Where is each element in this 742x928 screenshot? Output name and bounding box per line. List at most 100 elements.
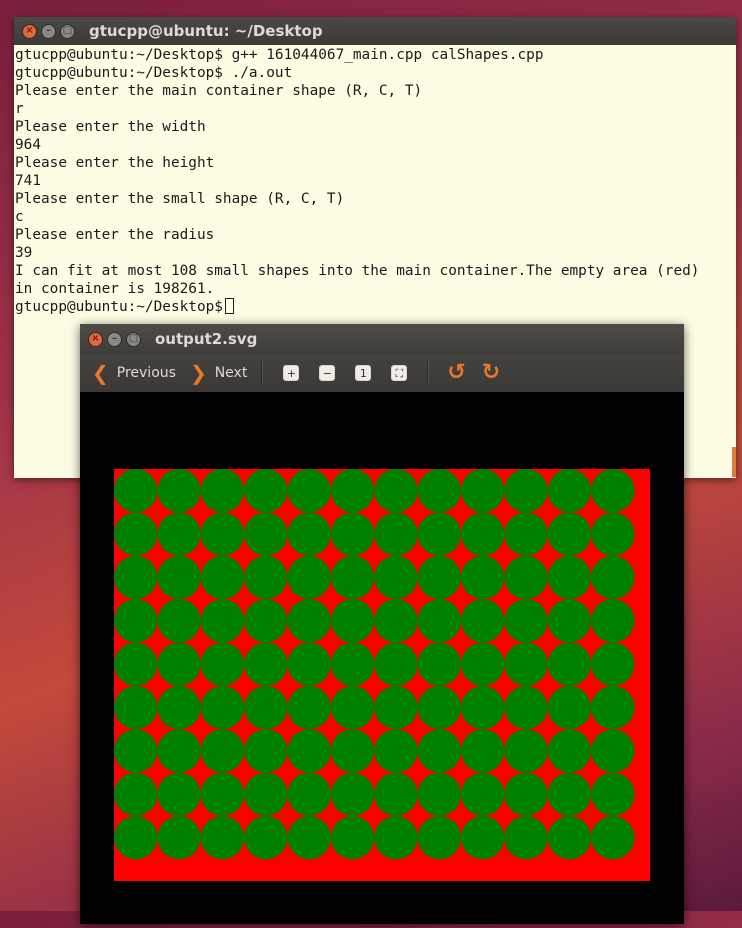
terminal-line: Please enter the width <box>15 119 206 135</box>
terminal-line: Please enter the radius <box>15 227 215 243</box>
small-circle-shape <box>460 512 505 556</box>
terminal-title: gtucpp@ubuntu: ~/Desktop <box>89 22 323 40</box>
small-circle-shape <box>374 772 418 816</box>
small-circle-shape <box>287 599 331 643</box>
terminal-line: c <box>15 209 24 225</box>
small-circle-shape <box>244 555 288 600</box>
terminal-scrollbar[interactable] <box>732 447 736 477</box>
viewer-title: output2.svg <box>155 330 258 348</box>
small-circle-shape <box>330 729 375 773</box>
small-circle-shape <box>504 555 548 600</box>
small-circle-shape <box>157 642 201 686</box>
terminal-line: in container is 198261. <box>15 281 215 297</box>
small-circle-shape <box>460 729 505 773</box>
small-circle-shape <box>157 599 201 643</box>
terminal-line: Please enter the main container shape (R… <box>15 83 423 99</box>
terminal-output[interactable]: gtucpp@ubuntu:~/Desktop$ g++ 161044067_m… <box>14 45 736 316</box>
best-fit-icon[interactable]: ⛶ <box>391 365 408 381</box>
terminal-line: I can fit at most 108 small shapes into … <box>15 263 700 279</box>
small-circle-shape <box>547 599 592 643</box>
small-circle-shape <box>460 642 505 686</box>
terminal-line: 39 <box>15 245 33 261</box>
close-icon[interactable]: × <box>22 23 37 39</box>
small-circle-shape <box>417 469 461 513</box>
small-circle-shape <box>157 555 201 600</box>
small-circle-shape <box>504 642 548 686</box>
small-circle-shape <box>374 512 418 556</box>
toolbar-separator <box>261 361 264 385</box>
previous-button[interactable]: ❮ Previous <box>92 363 176 383</box>
small-circle-shape <box>200 685 245 730</box>
viewer-titlebar[interactable]: × – □ output2.svg <box>80 324 684 354</box>
toolbar-separator <box>427 361 430 385</box>
small-circle-shape <box>504 685 548 730</box>
terminal-line: Please enter the small shape (R, C, T) <box>15 191 345 207</box>
zoom-in-icon[interactable]: + <box>283 365 300 381</box>
image-canvas[interactable] <box>80 392 684 924</box>
terminal-prompt-line[interactable]: gtucpp@ubuntu:~/Desktop$ <box>15 298 736 316</box>
small-circle-shape <box>591 512 635 556</box>
small-circle-shape <box>157 685 201 730</box>
small-circle-shape <box>287 729 331 773</box>
small-circle-shape <box>374 555 418 600</box>
small-circle-shape <box>200 772 245 816</box>
small-circle-shape <box>200 729 245 773</box>
small-circle-shape <box>504 815 548 860</box>
small-circle-shape <box>504 469 548 513</box>
small-circle-shape <box>417 512 461 556</box>
next-button[interactable]: ❯ Next <box>190 363 247 383</box>
small-circle-shape <box>244 599 288 643</box>
terminal-cursor <box>224 298 234 314</box>
previous-label: Previous <box>116 365 176 381</box>
small-circle-shape <box>547 729 592 773</box>
small-circle-shape <box>374 599 418 643</box>
small-circle-shape <box>374 815 418 860</box>
terminal-line: 964 <box>15 137 41 153</box>
zoom-out-icon[interactable]: − <box>319 365 336 381</box>
close-icon[interactable]: × <box>88 331 103 347</box>
maximize-icon[interactable]: □ <box>126 331 141 347</box>
small-circle-shape <box>244 815 288 860</box>
small-circle-shape <box>244 685 288 730</box>
small-circle-shape <box>330 772 375 816</box>
terminal-titlebar[interactable]: × – □ gtucpp@ubuntu: ~/Desktop <box>14 17 736 45</box>
small-circle-shape <box>547 512 592 556</box>
small-circle-shape <box>504 729 548 773</box>
small-circle-shape <box>591 815 635 860</box>
small-circle-shape <box>287 642 331 686</box>
rotate-left-icon[interactable]: ↺ <box>447 362 465 384</box>
small-circle-shape <box>114 555 158 600</box>
image-viewer-window[interactable]: × – □ output2.svg ❮ Previous ❯ Next + − … <box>80 324 684 924</box>
small-circle-shape <box>244 469 288 513</box>
small-circle-shape <box>504 599 548 643</box>
small-circle-shape <box>460 685 505 730</box>
small-circle-shape <box>417 815 461 860</box>
small-circle-shape <box>200 512 245 556</box>
small-circle-shape <box>417 685 461 730</box>
small-circle-shape <box>200 815 245 860</box>
chevron-right-icon: ❯ <box>189 361 207 385</box>
small-circle-shape <box>330 642 375 686</box>
small-circle-shape <box>591 772 635 816</box>
small-circle-shape <box>114 642 158 686</box>
terminal-line: gtucpp@ubuntu:~/Desktop$ ./a.out <box>15 65 293 81</box>
small-circle-shape <box>591 729 635 773</box>
small-circle-shape <box>114 815 158 860</box>
small-circle-shape <box>591 469 635 513</box>
small-circle-shape <box>547 469 592 513</box>
small-circle-shape <box>591 555 635 600</box>
terminal-prompt: gtucpp@ubuntu:~/Desktop$ <box>15 299 223 315</box>
small-circle-shape <box>200 642 245 686</box>
viewer-toolbar: ❮ Previous ❯ Next + − 1 ⛶ ↺ ↻ <box>80 354 684 393</box>
small-circle-shape <box>114 599 158 643</box>
maximize-icon[interactable]: □ <box>60 23 75 39</box>
small-circle-shape <box>287 512 331 556</box>
zoom-normal-icon[interactable]: 1 <box>355 365 372 381</box>
small-circle-shape <box>244 512 288 556</box>
small-circle-shape <box>114 512 158 556</box>
small-circle-shape <box>157 815 201 860</box>
minimize-icon[interactable]: – <box>41 23 56 39</box>
small-circle-shape <box>374 642 418 686</box>
rotate-right-icon[interactable]: ↻ <box>482 362 500 384</box>
minimize-icon[interactable]: – <box>107 331 122 347</box>
